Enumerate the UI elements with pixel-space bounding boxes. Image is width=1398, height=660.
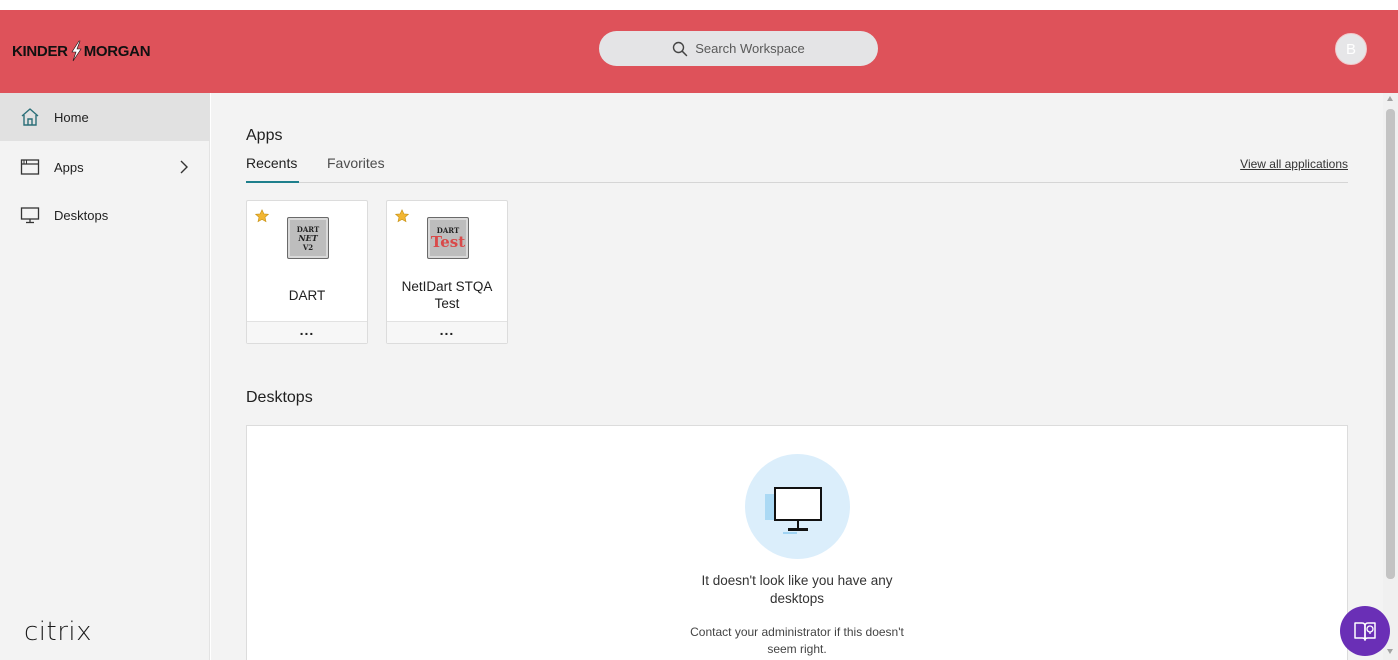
app-tile-netidart-stqa-test[interactable]: DART Test NetIDart STQA Test ... bbox=[386, 200, 508, 344]
help-guide-button[interactable] bbox=[1340, 606, 1390, 656]
scroll-down-arrow-icon[interactable] bbox=[1387, 649, 1393, 654]
top-strip bbox=[0, 0, 1398, 10]
sidebar-item-apps[interactable]: Apps bbox=[0, 143, 210, 191]
empty-desktops-subtitle-text: Contact your administrator if this doesn… bbox=[690, 625, 904, 656]
empty-desktops-subtitle: Contact your administrator if this doesn… bbox=[247, 624, 1347, 658]
kinder-morgan-logo[interactable]: KINDER MORGAN bbox=[12, 40, 151, 62]
citrix-logo: citrix bbox=[24, 617, 93, 647]
favorite-star-icon[interactable] bbox=[395, 209, 409, 223]
apps-window-icon bbox=[20, 159, 40, 175]
view-all-applications-link[interactable]: View all applications bbox=[1240, 157, 1348, 171]
page-scrollbar[interactable] bbox=[1383, 93, 1398, 660]
main-content: Apps Recents Favorites View all applicat… bbox=[211, 93, 1383, 660]
sidebar: Home Apps Desktops citrix bbox=[0, 93, 210, 660]
dart-app-icon: DART NET V2 bbox=[287, 217, 329, 259]
sidebar-item-home[interactable]: Home bbox=[0, 93, 210, 141]
dart-test-app-icon: DART Test bbox=[427, 217, 469, 259]
empty-desktops-title-text: It doesn't look like you have any deskto… bbox=[701, 573, 893, 606]
chevron-right-icon bbox=[180, 160, 188, 174]
app-icon-text: Test bbox=[430, 233, 466, 251]
favorite-star-icon[interactable] bbox=[255, 209, 269, 223]
scroll-up-arrow-icon[interactable] bbox=[1387, 96, 1393, 101]
empty-desktops-title: It doesn't look like you have any deskto… bbox=[247, 572, 1347, 608]
search-icon bbox=[673, 41, 688, 56]
desktops-empty-panel: It doesn't look like you have any deskto… bbox=[246, 425, 1348, 660]
sidebar-item-label: Apps bbox=[54, 159, 84, 175]
monitor-illustration-icon bbox=[765, 487, 822, 534]
monitor-icon bbox=[20, 207, 40, 224]
desktops-section-title: Desktops bbox=[246, 389, 313, 406]
app-tile-name: NetIDart STQA Test bbox=[401, 279, 493, 311]
logo-text-right: MORGAN bbox=[83, 42, 151, 60]
search-placeholder: Search Workspace bbox=[695, 41, 805, 56]
app-more-options-button[interactable]: ... bbox=[387, 321, 507, 343]
sidebar-item-label: Home bbox=[54, 109, 89, 125]
workspace-page: KINDER MORGAN Search Workspace B Home Ap… bbox=[0, 0, 1398, 660]
apps-tabs: Recents Favorites View all applications bbox=[246, 155, 1348, 183]
user-avatar-button[interactable]: B bbox=[1335, 33, 1367, 65]
book-lightbulb-icon bbox=[1354, 622, 1376, 641]
header-bar: KINDER MORGAN Search Workspace B bbox=[0, 10, 1398, 93]
app-more-options-button[interactable]: ... bbox=[247, 321, 367, 343]
search-workspace-box[interactable]: Search Workspace bbox=[599, 31, 878, 66]
app-tile-dart[interactable]: DART NET V2 DART ... bbox=[246, 200, 368, 344]
scrollbar-thumb[interactable] bbox=[1386, 109, 1395, 579]
app-icon-text: NET bbox=[298, 232, 318, 243]
logo-text-left: KINDER bbox=[12, 42, 68, 60]
tab-favorites[interactable]: Favorites bbox=[327, 155, 385, 183]
app-tile-name: DART bbox=[288, 288, 326, 303]
lightning-bolt-icon bbox=[71, 40, 82, 62]
empty-desktops-illustration bbox=[745, 454, 850, 559]
apps-section-title: Apps bbox=[246, 127, 283, 144]
app-icon-text: V2 bbox=[302, 242, 314, 252]
sidebar-item-label: Desktops bbox=[54, 207, 109, 223]
home-icon bbox=[21, 108, 39, 126]
tab-recents[interactable]: Recents bbox=[246, 155, 299, 183]
sidebar-item-desktops[interactable]: Desktops bbox=[0, 191, 210, 239]
